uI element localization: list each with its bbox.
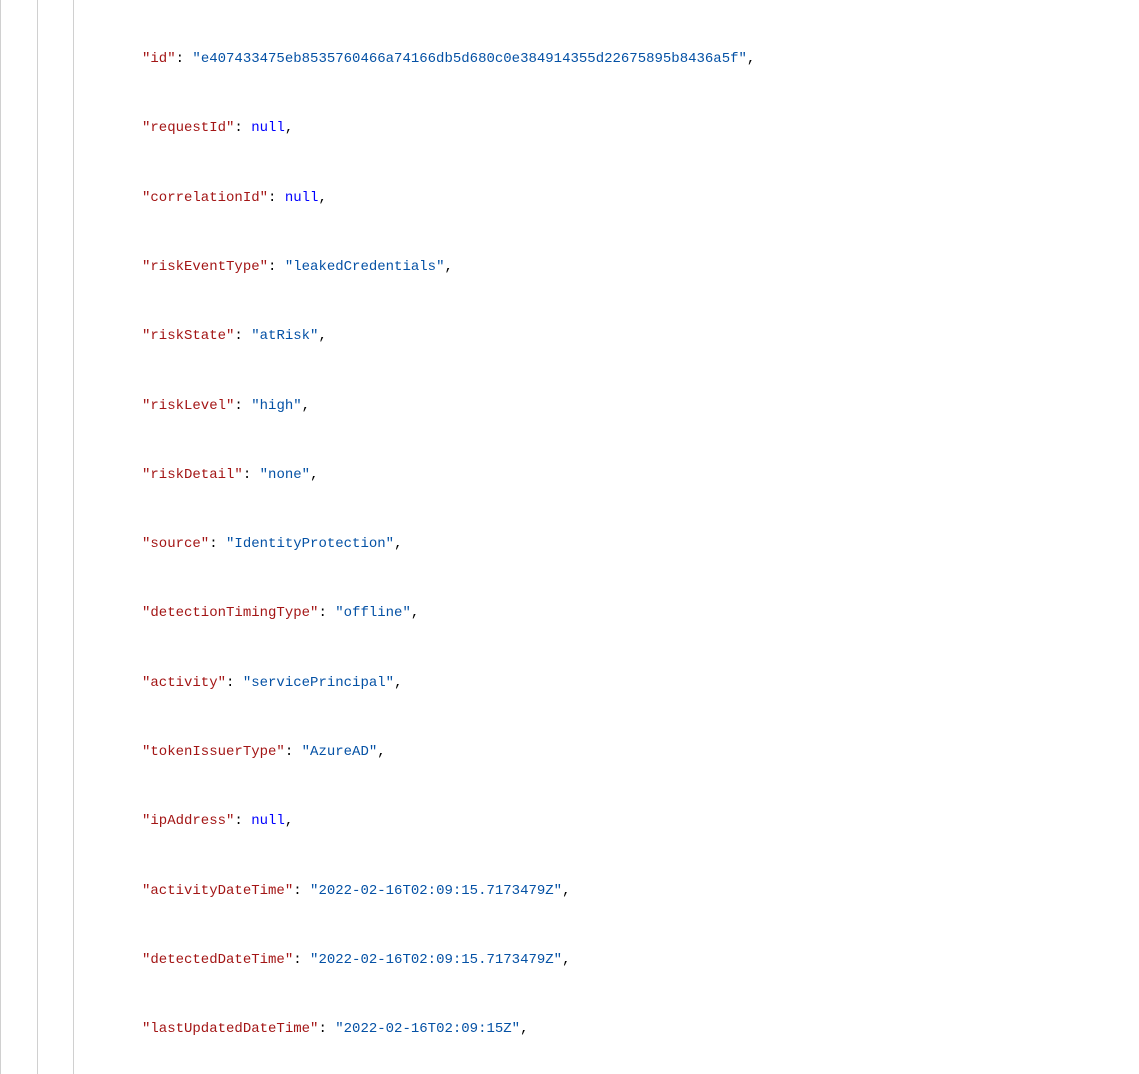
line-gutter [0,0,74,1074]
json-key: "activityDateTime" [142,883,293,899]
json-value: "AzureAD" [302,744,378,760]
json-value: "2022-02-16T02:09:15.7173479Z" [310,883,562,899]
json-key: "riskState" [142,328,234,344]
json-value: "leakedCredentials" [285,259,445,275]
json-value: "high" [251,398,301,414]
json-key: "correlationId" [142,190,268,206]
json-key: "source" [142,536,209,552]
code-content: "id": "e407433475eb8535760466a74166db5d6… [74,0,991,1074]
json-value: "atRisk" [251,328,318,344]
json-value: "e407433475eb8535760466a74166db5d680c0e3… [192,51,747,67]
json-code-block: "id": "e407433475eb8535760466a74166db5d6… [0,0,1139,1074]
json-key: "activity" [142,675,226,691]
json-key: "riskDetail" [142,467,243,483]
json-key: "requestId" [142,120,234,136]
json-value: "2022-02-16T02:09:15.7173479Z" [310,952,562,968]
json-value: "servicePrincipal" [243,675,394,691]
json-value: "2022-02-16T02:09:15Z" [335,1021,520,1037]
json-value: "offline" [335,605,411,621]
json-key: "id" [142,51,176,67]
json-value: null [251,813,285,829]
json-key: "riskLevel" [142,398,234,414]
json-key: "lastUpdatedDateTime" [142,1021,318,1037]
json-key: "riskEventType" [142,259,268,275]
json-key: "ipAddress" [142,813,234,829]
json-key: "tokenIssuerType" [142,744,285,760]
json-value: "none" [260,467,310,483]
json-value: null [251,120,285,136]
json-value: null [285,190,319,206]
json-value: "IdentityProtection" [226,536,394,552]
json-key: "detectionTimingType" [142,605,318,621]
json-key: "detectedDateTime" [142,952,293,968]
